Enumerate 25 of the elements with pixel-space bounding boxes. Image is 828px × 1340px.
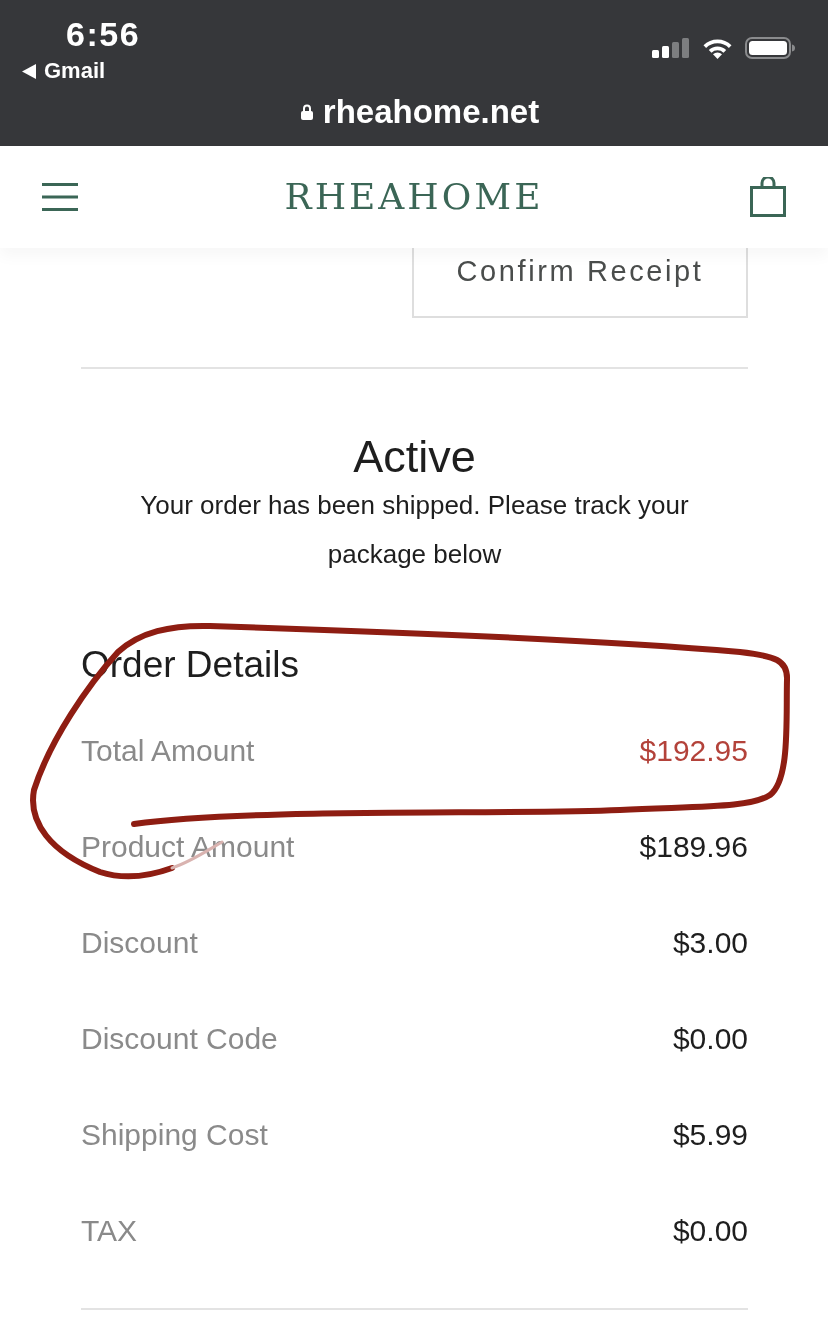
- detail-value: $0.00: [672, 1213, 748, 1249]
- detail-label: Shipping Cost: [81, 1117, 268, 1153]
- detail-label: Discount: [81, 925, 198, 961]
- menu-icon[interactable]: [42, 183, 78, 211]
- detail-value: $189.96: [639, 829, 748, 865]
- order-status-message: Your order has been shipped. Please track your package below: [139, 489, 690, 571]
- battery-icon: [745, 37, 795, 59]
- detail-label: Total Amount: [81, 733, 255, 769]
- signal-icon: [652, 38, 690, 58]
- lock-icon: [300, 104, 313, 120]
- site-logo[interactable]: RHEAHOME: [284, 175, 544, 219]
- back-icon: [22, 63, 36, 79]
- wifi-icon: [702, 37, 733, 59]
- confirm-receipt-button[interactable]: Confirm Receipt: [412, 248, 748, 318]
- detail-value: $192.95: [639, 733, 748, 769]
- address-bar[interactable]: rheahome.net: [300, 92, 540, 132]
- detail-value: $3.00: [672, 925, 748, 961]
- detail-label: TAX: [81, 1213, 138, 1249]
- detail-label: Discount Code: [81, 1021, 278, 1057]
- status-time: 6:56: [66, 16, 141, 52]
- order-status-title: Active: [352, 433, 477, 481]
- detail-value: $0.00: [672, 1021, 748, 1057]
- detail-value: $5.99: [672, 1117, 748, 1153]
- back-link[interactable]: Gmail: [22, 58, 106, 84]
- shopping-bag-icon[interactable]: [750, 177, 786, 217]
